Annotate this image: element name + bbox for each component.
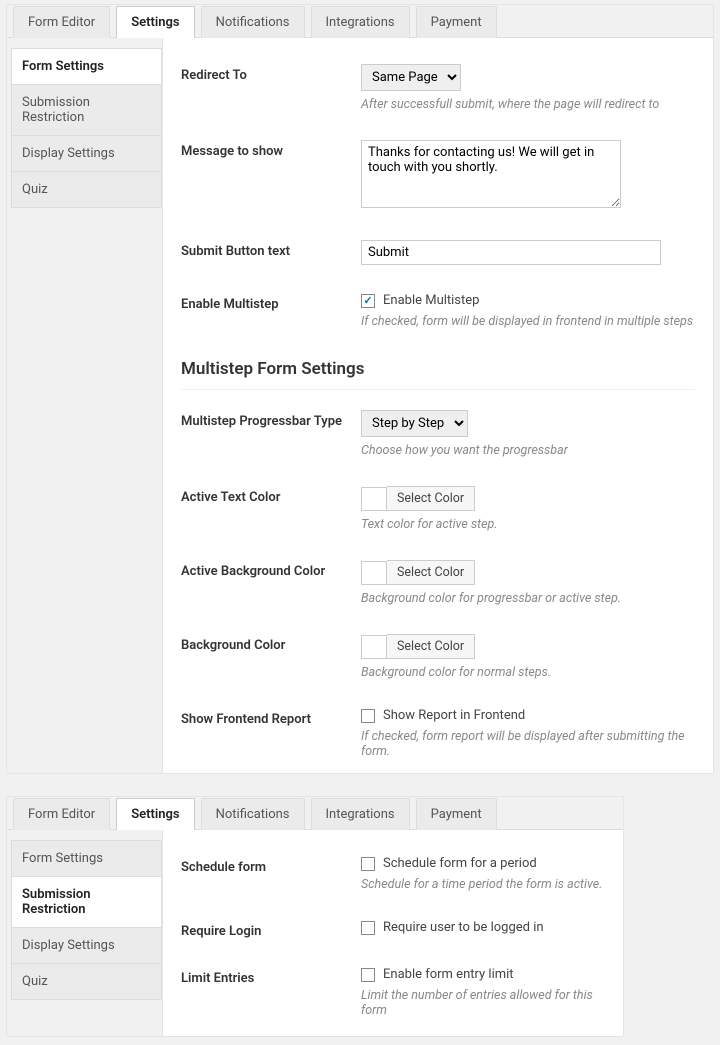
redirect-hint: After successfull submit, where the page…: [361, 97, 695, 112]
active-text-color-hint: Text color for active step.: [361, 517, 695, 532]
bg-color-button[interactable]: Select Color: [387, 634, 475, 659]
settings-sidebar-2: Form Settings Submission Restriction Dis…: [7, 830, 162, 1036]
tab-form-editor[interactable]: Form Editor: [13, 6, 110, 38]
tab-integrations[interactable]: Integrations: [311, 6, 410, 38]
require-login-label: Require Login: [181, 920, 361, 939]
redirect-select[interactable]: Same Page: [361, 64, 461, 91]
frontend-report-checkbox[interactable]: [361, 709, 375, 723]
settings-sidebar: Form Settings Submission Restriction Dis…: [7, 38, 162, 773]
active-bg-color-label: Active Background Color: [181, 560, 361, 579]
ms-type-select[interactable]: Step by Step: [361, 410, 468, 437]
limit-entries-hint: Limit the number of entries allowed for …: [361, 988, 605, 1018]
schedule-checkbox[interactable]: [361, 857, 375, 871]
active-bg-color-swatch[interactable]: [361, 561, 387, 585]
top-tabs: Form Editor Settings Notifications Integ…: [7, 5, 713, 37]
message-textarea[interactable]: Thanks for contacting us! We will get in…: [361, 140, 621, 208]
active-bg-color-hint: Background color for progressbar or acti…: [361, 591, 695, 606]
enable-multistep-chk-label: Enable Multistep: [383, 293, 479, 308]
settings-main: Redirect To Same Page After successfull …: [162, 38, 713, 773]
settings-main-2: Schedule form Schedule form for a period…: [162, 830, 623, 1036]
top-tabs-2: Form Editor Settings Notifications Integ…: [7, 797, 623, 829]
sidebar-item-quiz[interactable]: Quiz: [11, 171, 162, 208]
bg-color-swatch[interactable]: [361, 635, 387, 659]
sidebar-item-quiz-2[interactable]: Quiz: [11, 963, 162, 1000]
submit-text-input[interactable]: [361, 240, 661, 265]
enable-multistep-checkbox[interactable]: [361, 294, 375, 308]
enable-multistep-hint: If checked, form will be displayed in fr…: [361, 314, 695, 329]
tab-payment-2[interactable]: Payment: [416, 798, 497, 830]
require-login-checkbox[interactable]: [361, 921, 375, 935]
settings-panel-1: Form Editor Settings Notifications Integ…: [6, 4, 714, 774]
sidebar-item-form-settings[interactable]: Form Settings: [11, 48, 162, 85]
frontend-report-hint: If checked, form report will be displaye…: [361, 729, 695, 759]
require-login-chk-label: Require user to be logged in: [383, 920, 544, 935]
tab-form-editor-2[interactable]: Form Editor: [13, 798, 110, 830]
sidebar-item-submission-restriction-2[interactable]: Submission Restriction: [11, 876, 162, 928]
frontend-report-chk-label: Show Report in Frontend: [383, 708, 525, 723]
redirect-label: Redirect To: [181, 64, 361, 83]
tab-notifications-2[interactable]: Notifications: [201, 798, 305, 830]
tab-settings-2[interactable]: Settings: [116, 798, 194, 830]
schedule-hint: Schedule for a time period the form is a…: [361, 877, 605, 892]
sidebar-item-display-settings-2[interactable]: Display Settings: [11, 927, 162, 964]
bg-color-label: Background Color: [181, 634, 361, 653]
limit-entries-checkbox[interactable]: [361, 968, 375, 982]
schedule-chk-label: Schedule form for a period: [383, 856, 537, 871]
limit-entries-label: Limit Entries: [181, 967, 361, 986]
schedule-label: Schedule form: [181, 856, 361, 875]
frontend-report-label: Show Frontend Report: [181, 708, 361, 727]
sidebar-item-submission-restriction[interactable]: Submission Restriction: [11, 84, 162, 136]
active-text-color-swatch[interactable]: [361, 487, 387, 511]
tab-integrations-2[interactable]: Integrations: [311, 798, 410, 830]
sidebar-item-form-settings-2[interactable]: Form Settings: [11, 840, 162, 877]
multistep-heading: Multistep Form Settings: [181, 343, 695, 390]
tab-settings[interactable]: Settings: [116, 6, 194, 38]
tab-payment[interactable]: Payment: [416, 6, 497, 38]
tab-notifications[interactable]: Notifications: [201, 6, 305, 38]
ms-type-hint: Choose how you want the progressbar: [361, 443, 695, 458]
limit-entries-chk-label: Enable form entry limit: [383, 967, 514, 982]
settings-panel-2: Form Editor Settings Notifications Integ…: [6, 796, 624, 1037]
active-text-color-label: Active Text Color: [181, 486, 361, 505]
enable-multistep-label: Enable Multistep: [181, 293, 361, 312]
active-bg-color-button[interactable]: Select Color: [387, 560, 475, 585]
bg-color-hint: Background color for normal steps.: [361, 665, 695, 680]
submit-text-label: Submit Button text: [181, 240, 361, 259]
ms-type-label: Multistep Progressbar Type: [181, 410, 361, 429]
active-text-color-button[interactable]: Select Color: [387, 486, 475, 511]
message-label: Message to show: [181, 140, 361, 159]
sidebar-item-display-settings[interactable]: Display Settings: [11, 135, 162, 172]
